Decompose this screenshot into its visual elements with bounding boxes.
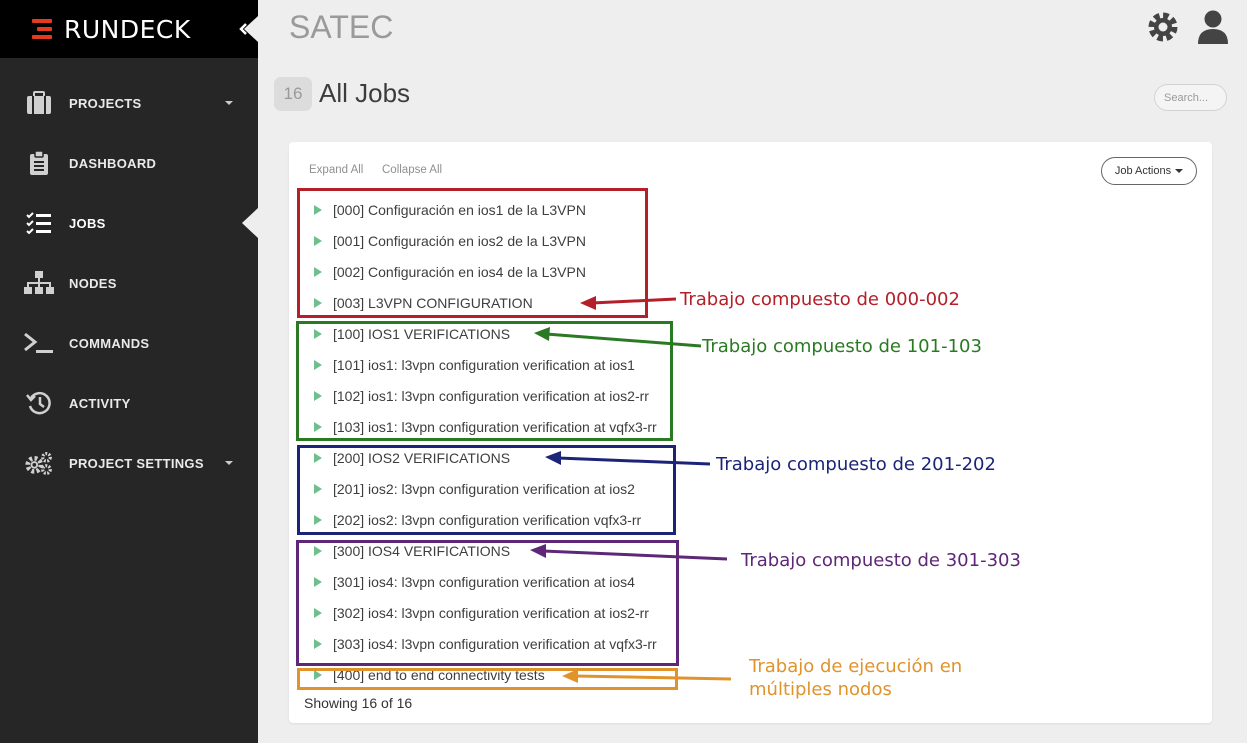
job-count-badge: 16 [274, 77, 312, 111]
annotation-box-orange [297, 668, 678, 690]
sidebar-item-label: DASHBOARD [69, 155, 157, 171]
sidebar-item-label: COMMANDS [69, 335, 150, 351]
expand-all-link[interactable]: Expand All [309, 164, 363, 176]
sidebar-item-activity[interactable]: ACTIVITY [0, 373, 258, 433]
collapse-all-link[interactable]: Collapse All [382, 164, 442, 176]
job-actions-label: Job Actions [1114, 165, 1172, 177]
cogs-icon [24, 449, 54, 477]
sidebar-item-label: PROJECTS [69, 95, 142, 111]
caret-down-icon [1175, 169, 1184, 173]
rundeck-logo-icon [32, 18, 54, 40]
annotation-label: Trabajo de ejecución en [749, 656, 963, 677]
sidebar-item-project-settings[interactable]: PROJECT SETTINGS [0, 433, 258, 493]
sidebar-item-commands[interactable]: COMMANDS [0, 313, 258, 373]
sidebar-item-label: NODES [69, 275, 117, 291]
annotation-label: Trabajo compuesto de 201-202 [716, 454, 996, 475]
annotation-box-purple [296, 540, 679, 666]
annotation-label: Trabajo compuesto de 000-002 [680, 289, 960, 310]
sidebar-item-dashboard[interactable]: DASHBOARD [0, 133, 258, 193]
chevron-left-icon [230, 0, 258, 58]
annotation-label: múltiples nodos [749, 679, 892, 700]
showing-count: Showing 16 of 16 [304, 695, 413, 711]
sidebar-item-projects[interactable]: PROJECTS [0, 73, 258, 133]
page-title: All Jobs [319, 78, 411, 108]
sidebar-item-label: JOBS [69, 215, 106, 231]
annotation-box-blue [297, 445, 676, 535]
sidebar-collapse-button[interactable] [230, 0, 258, 58]
brand-name: RUNDECK [64, 14, 191, 44]
caret-down-icon [225, 461, 233, 465]
user-icon[interactable] [1196, 9, 1230, 45]
gear-icon[interactable] [1146, 10, 1180, 44]
annotation-box-green [296, 321, 673, 441]
history-icon [24, 389, 54, 417]
annotation-label: Trabajo compuesto de 301-303 [741, 550, 1021, 571]
sidebar-item-jobs[interactable]: JOBS [0, 193, 258, 253]
project-title[interactable]: SATEC [289, 9, 393, 46]
checklist-icon [24, 209, 54, 237]
caret-down-icon [225, 101, 233, 105]
clipboard-icon [24, 149, 54, 177]
sidebar-item-nodes[interactable]: NODES [0, 253, 258, 313]
top-header: SATEC [258, 0, 1247, 58]
sidebar-item-label: ACTIVITY [69, 395, 131, 411]
job-actions-button[interactable]: Job Actions [1101, 157, 1197, 185]
terminal-icon [24, 329, 54, 357]
sidebar: RUNDECK PROJECTS DASHBOARD JOBS NODES CO… [0, 0, 258, 743]
sitemap-icon [24, 269, 54, 297]
sidebar-item-label: PROJECT SETTINGS [69, 455, 204, 471]
brand[interactable]: RUNDECK [0, 0, 258, 58]
search-input[interactable] [1154, 84, 1227, 111]
briefcase-icon [24, 89, 54, 117]
annotation-label: Trabajo compuesto de 101-103 [702, 336, 982, 357]
annotation-box-red [297, 188, 648, 318]
